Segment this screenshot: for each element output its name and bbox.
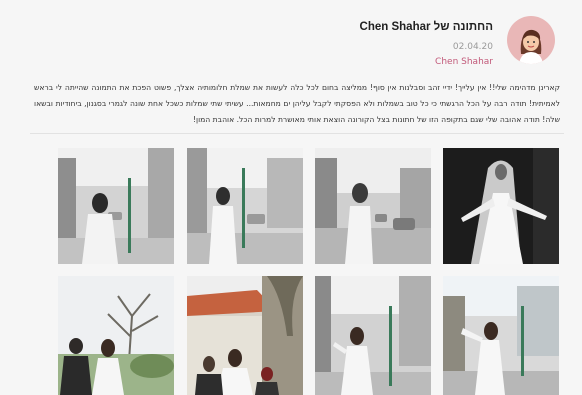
author-avatar [507,16,555,64]
photo-bride-veil-dark[interactable] [443,148,559,264]
review-header: החתונה של Chen Shahar 02.04.20 Chen Shah… [360,16,555,68]
photo-bride-twirl-1[interactable] [315,276,431,395]
review-text: קארינן מדהימה שלי!! אין עלייך! ידיי זהב … [34,83,560,124]
review-card: החתונה של Chen Shahar 02.04.20 Chen Shah… [0,0,582,395]
photo-bride-twirl-2[interactable] [443,276,559,395]
photo-bride-with-family[interactable] [187,276,303,395]
photo-bride-lace-street[interactable] [315,148,431,264]
review-meta: החתונה של Chen Shahar 02.04.20 Chen Shah… [360,16,493,68]
photo-bride-road-back[interactable] [187,148,303,264]
photo-bride-road-front[interactable] [58,148,174,264]
avatar-illustration-icon [519,29,543,64]
review-author-link[interactable]: Chen Shahar [360,57,493,68]
photo-couple-tree[interactable] [58,276,174,395]
divider [30,133,564,134]
review-title: החתונה של Chen Shahar [359,21,493,33]
review-date: 02.04.20 [452,42,493,52]
